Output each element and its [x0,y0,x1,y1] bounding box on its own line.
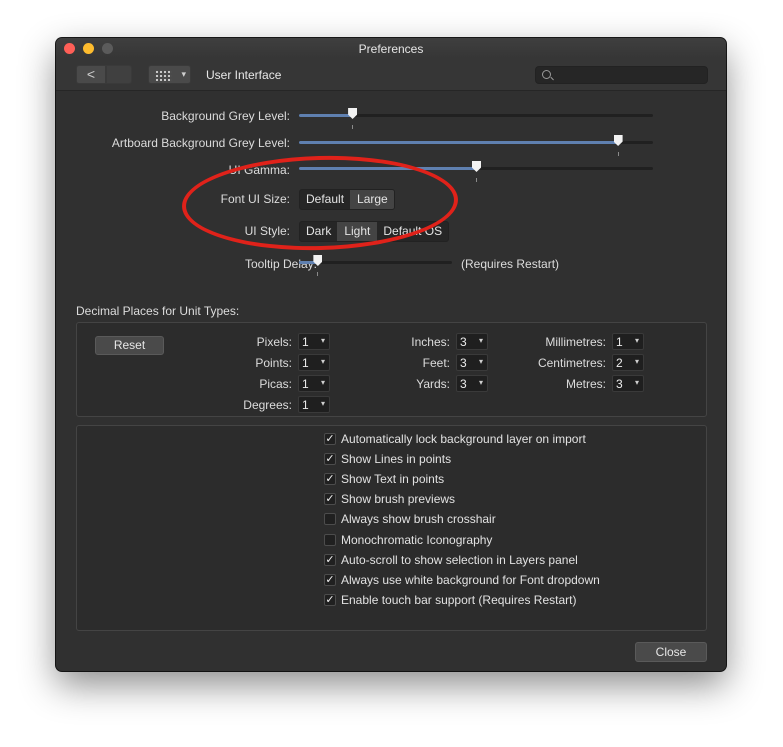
option-label: Auto-scroll to show selection in Layers … [341,553,578,567]
checkbox[interactable]: ✓ [324,473,336,485]
centimetres-decimal-select[interactable]: 2 ▾ [612,354,644,371]
slider-tick [352,125,354,129]
slider-tick [617,152,619,156]
section-title: User Interface [206,68,282,82]
slider-fill [299,141,618,144]
artboard-grey-label: Artboard Background Grey Level: [111,136,290,150]
checkbox[interactable]: ✓ [324,574,336,586]
option-label: Always use white background for Font dro… [341,573,600,587]
window-title: Preferences [358,42,424,56]
option-label: Show brush previews [341,492,456,506]
options-group: ✓ Automatically lock background layer on … [76,425,707,631]
search-icon [542,70,551,79]
points-decimal-select[interactable]: 1 ▾ [298,354,330,371]
unit-label: Centimetres: [537,356,606,370]
unit-label: Points: [255,356,292,370]
chevron-down-icon: ▾ [634,357,639,366]
chevron-down-icon: ▾ [181,69,186,79]
option-label: Show Text in points [341,472,445,486]
degrees-decimal-select[interactable]: 1 ▾ [298,396,330,413]
chevron-down-icon: ▾ [478,336,483,345]
chevron-down-icon: ▾ [320,378,325,387]
tooltip-delay-slider[interactable] [299,255,452,276]
slider-thumb[interactable] [613,135,623,146]
title-bar: Preferences [56,38,726,58]
unit-label: Yards: [416,377,450,391]
unit-label: Metres: [565,377,606,391]
toolbar: < ▾ User Interface [56,58,726,91]
select-value: 1 [302,377,309,391]
background-grey-label: Background Grey Level: [161,109,290,123]
select-value: 3 [460,356,467,370]
background-grey-slider[interactable] [299,108,653,129]
unit-label: Millimetres: [545,335,606,349]
search-field[interactable] [535,66,708,85]
chevron-down-icon: ▾ [478,357,483,366]
select-value: 2 [616,356,623,370]
chevron-down-icon: ▾ [634,378,639,387]
checkbox[interactable]: ✓ [324,594,336,606]
unit-label: Feet: [422,356,450,370]
select-value: 1 [302,398,309,412]
show-all-button[interactable]: ▾ [148,65,191,84]
slider-thumb[interactable] [313,255,323,266]
select-value: 3 [460,377,467,391]
feet-decimal-select[interactable]: 3 ▾ [456,354,488,371]
unit-label: Pixels: [256,335,292,349]
option-label: Show Lines in points [341,452,452,466]
back-button[interactable]: < [76,65,106,84]
chevron-down-icon: ▾ [320,336,325,345]
search-input[interactable] [554,67,708,85]
millimetres-decimal-select[interactable]: 1 ▾ [612,333,644,350]
tooltip-restart-note: (Requires Restart) [461,257,560,271]
select-value: 1 [302,356,309,370]
unit-label: Picas: [259,377,292,391]
select-value: 3 [460,335,467,349]
metres-decimal-select[interactable]: 3 ▾ [612,375,644,392]
select-value: 1 [616,335,623,349]
select-value: 1 [302,335,309,349]
forward-button[interactable] [106,65,132,84]
slider-thumb[interactable] [472,161,481,172]
chevron-left-icon: < [86,66,96,82]
option-label: Enable touch bar support (Requires Resta… [341,593,577,607]
option-label: Always show brush crosshair [341,512,496,526]
unit-label: Degrees: [243,398,292,412]
chevron-down-icon: ▾ [320,399,325,408]
checkbox[interactable]: ✓ [324,554,336,566]
decimal-places-title: Decimal Places for Unit Types: [76,304,240,318]
artboard-grey-slider[interactable] [299,135,653,156]
option-label: Automatically lock background layer on i… [341,432,586,446]
checkbox[interactable]: ✓ [324,433,336,445]
slider-tick [317,272,319,276]
pixels-decimal-select[interactable]: 1 ▾ [298,333,330,350]
preferences-window: Preferences < ▾ User Interface Backgroun… [56,38,726,671]
select-value: 3 [616,377,623,391]
slider-thumb[interactable] [348,108,358,119]
grid-icon [155,70,172,81]
unit-label: Inches: [411,335,450,349]
decimal-places-group: Reset Pixels: 1 ▾ Points: 1 ▾ Picas: 1 ▾ De… [76,322,707,417]
yards-decimal-select[interactable]: 3 ▾ [456,375,488,392]
slider-fill [299,114,353,117]
close-button[interactable]: Close [635,642,707,662]
picas-decimal-select[interactable]: 1 ▾ [298,375,330,392]
inches-decimal-select[interactable]: 3 ▾ [456,333,488,350]
checkbox[interactable]: ✓ [324,493,336,505]
chevron-down-icon: ▾ [634,336,639,345]
checkbox[interactable] [324,534,336,546]
chevron-down-icon: ▾ [478,378,483,387]
option-label: Monochromatic Iconography [341,533,493,547]
checkbox[interactable]: ✓ [324,453,336,465]
chevron-down-icon: ▾ [320,357,325,366]
checkbox[interactable] [324,513,336,525]
slider-tick [476,178,477,182]
reset-button[interactable]: Reset [95,336,164,355]
